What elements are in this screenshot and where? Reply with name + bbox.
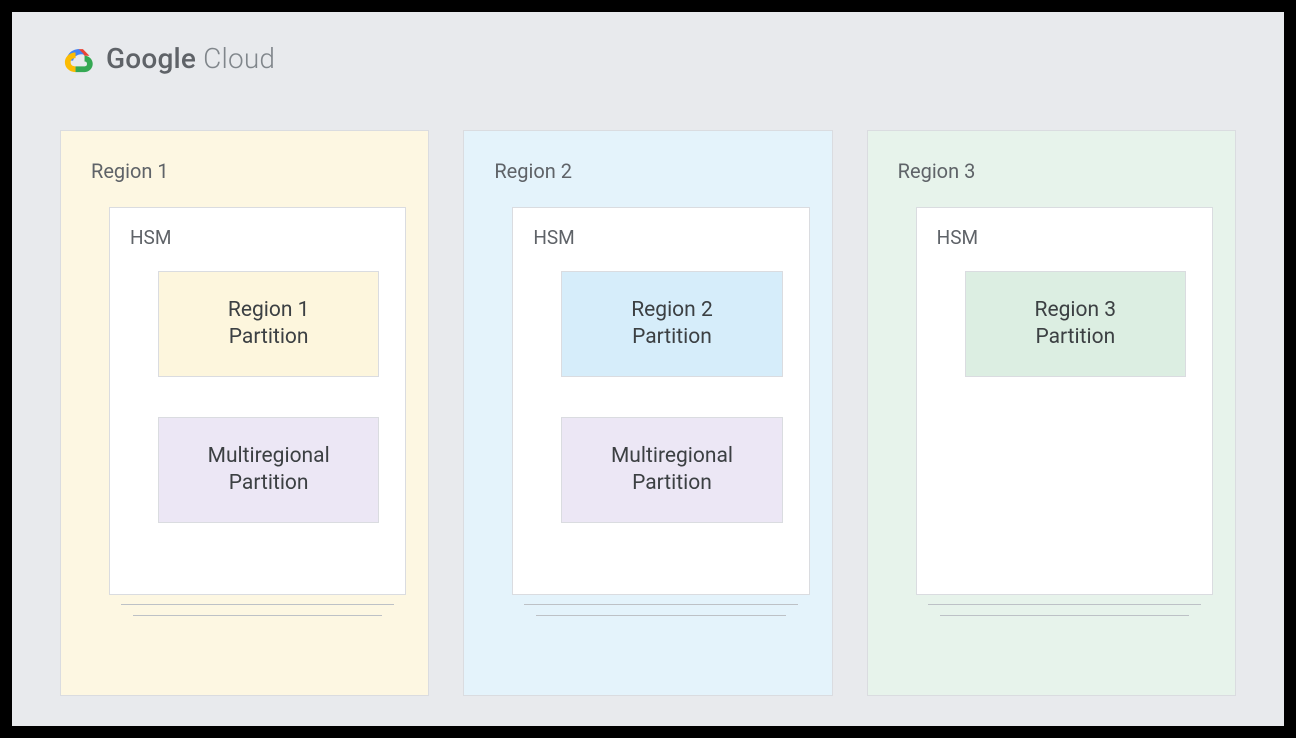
stack-indicator	[916, 604, 1213, 616]
hsm-label: HSM	[130, 226, 385, 249]
region-title: Region 2	[494, 159, 801, 183]
header: Google Cloud	[60, 42, 275, 75]
region-title: Region 1	[91, 159, 398, 183]
partition-box: MultiregionalPartition	[561, 417, 782, 523]
hsm-box: HSM Region 3Partition	[916, 207, 1213, 595]
hsm-box: HSM Region 1Partition MultiregionalParti…	[109, 207, 406, 595]
region-box-3: Region 3 HSM Region 3Partition	[867, 130, 1236, 696]
partition-label: MultiregionalPartition	[611, 443, 733, 498]
partition-label: Region 1Partition	[228, 297, 310, 352]
brand-light: Cloud	[196, 42, 275, 75]
stack-indicator	[512, 604, 809, 616]
partition-box: Region 1Partition	[158, 271, 379, 377]
brand-bold: Google	[106, 42, 196, 75]
region-box-2: Region 2 HSM Region 2Partition Multiregi…	[463, 130, 832, 696]
partition-box: Region 2Partition	[561, 271, 782, 377]
regions-row: Region 1 HSM Region 1Partition Multiregi…	[60, 130, 1236, 696]
partition-box: Region 3Partition	[965, 271, 1186, 377]
hsm-label: HSM	[533, 226, 788, 249]
partition-box: MultiregionalPartition	[158, 417, 379, 523]
brand-text: Google Cloud	[106, 42, 275, 75]
hsm-box: HSM Region 2Partition MultiregionalParti…	[512, 207, 809, 595]
partition-label: MultiregionalPartition	[208, 443, 330, 498]
diagram-canvas: Google Cloud Region 1 HSM Region 1Partit…	[12, 12, 1284, 726]
partition-label: Region 2Partition	[631, 297, 713, 352]
region-title: Region 3	[898, 159, 1205, 183]
google-cloud-logo-icon	[60, 44, 96, 74]
stack-indicator	[109, 604, 406, 616]
hsm-label: HSM	[937, 226, 1192, 249]
partition-label: Region 3Partition	[1035, 297, 1117, 352]
region-box-1: Region 1 HSM Region 1Partition Multiregi…	[60, 130, 429, 696]
